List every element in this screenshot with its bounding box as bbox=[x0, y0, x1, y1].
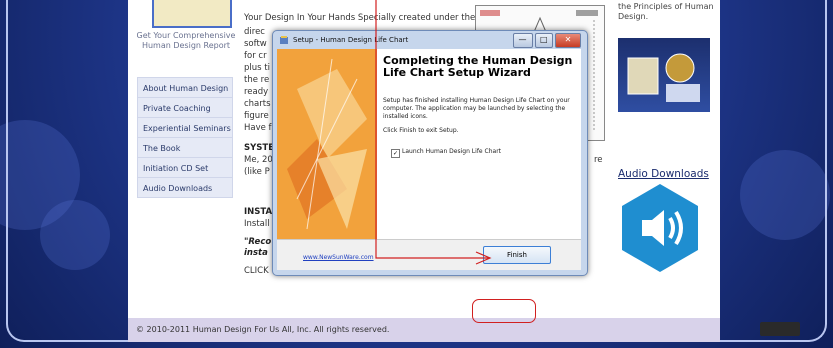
dialog-click-finish-text: Click Finish to exit Setup. bbox=[383, 127, 459, 134]
annotation-highlight bbox=[472, 299, 536, 323]
newsunware-link[interactable]: www.NewSunWare.com bbox=[303, 254, 374, 261]
nav-experiential-seminars[interactable]: Experiential Seminars bbox=[137, 117, 233, 138]
audio-downloads-link[interactable]: Audio Downloads bbox=[618, 168, 709, 180]
wizard-image bbox=[277, 49, 377, 239]
dialog-body: Completing the Human Design Life Chart S… bbox=[277, 49, 581, 270]
partial-line: plus ti bbox=[244, 63, 270, 73]
partial-line: the re bbox=[244, 75, 270, 85]
nav-about-human-design[interactable]: About Human Design bbox=[137, 77, 233, 98]
quote-line: insta bbox=[244, 248, 268, 258]
dialog-heading: Completing the Human Design Life Chart S… bbox=[383, 54, 573, 79]
system-heading: SYSTE bbox=[244, 143, 275, 153]
partial-line: figure bbox=[244, 111, 269, 121]
system-line: Me, 20 bbox=[244, 155, 273, 165]
install-line: Install bbox=[244, 219, 270, 229]
partial-line: Have f bbox=[244, 123, 272, 133]
installer-icon bbox=[280, 36, 288, 44]
nav-initiation-cd-set[interactable]: Initiation CD Set bbox=[137, 157, 233, 178]
nav-the-book[interactable]: The Book bbox=[137, 137, 233, 158]
nav-private-coaching[interactable]: Private Coaching bbox=[137, 97, 233, 118]
install-heading: INSTA bbox=[244, 207, 273, 217]
system-line: (like P bbox=[244, 167, 270, 177]
site-logo[interactable] bbox=[152, 0, 232, 28]
partial-line: softw bbox=[244, 39, 267, 49]
maximize-button[interactable]: □ bbox=[534, 33, 553, 48]
partial-line: for cr bbox=[244, 51, 267, 61]
partial-line: direc bbox=[244, 27, 265, 37]
product-image[interactable] bbox=[618, 38, 710, 112]
footer: © 2010-2011 Human Design For Us All, Inc… bbox=[128, 318, 720, 342]
partial-line: charts bbox=[244, 99, 271, 109]
report-link[interactable]: Get Your Comprehensive Human Design Repo… bbox=[131, 31, 241, 51]
speaker-icon[interactable] bbox=[620, 182, 700, 274]
launch-checkbox-label[interactable]: Launch Human Design Life Chart bbox=[402, 148, 501, 155]
click-line: CLICK bbox=[244, 266, 269, 276]
partial-line: ready bbox=[244, 87, 269, 97]
intro-line: Your Design In Your Hands Specially crea… bbox=[244, 13, 476, 23]
dialog-body-text: Setup has finished installing Human Desi… bbox=[383, 97, 570, 120]
dialog-button-bar: www.NewSunWare.com Finish bbox=[277, 239, 581, 270]
principles-text: the Principles of Human Design. bbox=[618, 2, 714, 21]
right-partial: re bbox=[594, 155, 603, 165]
dialog-titlebar[interactable]: Setup - Human Design Life Chart — □ ✕ bbox=[273, 31, 585, 49]
nav-audio-downloads[interactable]: Audio Downloads bbox=[137, 177, 233, 198]
dialog-title: Setup - Human Design Life Chart bbox=[293, 36, 409, 44]
system-tray[interactable] bbox=[760, 322, 800, 336]
launch-checkbox[interactable]: ✓ bbox=[391, 149, 400, 158]
finish-button[interactable]: Finish bbox=[483, 246, 551, 264]
close-button[interactable]: ✕ bbox=[555, 33, 581, 48]
minimize-button[interactable]: — bbox=[512, 33, 533, 48]
setup-dialog: Setup - Human Design Life Chart — □ ✕ Co… bbox=[272, 30, 588, 276]
